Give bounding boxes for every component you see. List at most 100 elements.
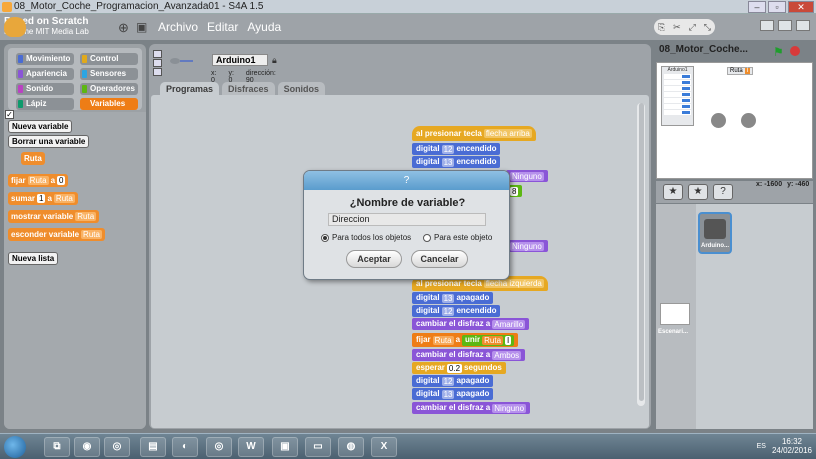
digital-output-block[interactable]: digital 13 apagado — [412, 292, 494, 304]
category-apariencia[interactable]: Apariencia — [16, 68, 74, 80]
taskbar-app-icon[interactable]: ⧉ — [44, 437, 70, 457]
main-menu: Archivo Editar Ayuda — [158, 20, 281, 34]
scripts-scrollbar-thumb[interactable] — [639, 103, 644, 401]
lock-icon[interactable]: 🔒︎ — [272, 55, 277, 66]
taskbar-terminal-icon[interactable]: ▭ — [305, 437, 331, 457]
taskbar-app-icon[interactable]: ◉ — [74, 437, 100, 457]
stage-sprite-right — [741, 113, 756, 128]
paint-new-sprite-button[interactable]: ★ — [663, 184, 683, 200]
maximize-button[interactable]: ▫ — [768, 1, 786, 13]
set-variable-block[interactable]: fijar Ruta a unir Ruta I — [412, 333, 519, 347]
scratch-logo: Based on Scratch from the MIT Media Lab — [4, 16, 89, 37]
hide-variable-block[interactable]: esconder variable Ruta — [8, 228, 105, 241]
mouse-x: -1600 — [764, 181, 783, 188]
language-globe-icon[interactable]: ⊕ — [118, 20, 129, 36]
mouse-y: -460 — [795, 181, 810, 188]
show-variable-block[interactable]: mostrar variable Ruta — [8, 210, 100, 223]
duplicate-tool-icon[interactable]: ⎘ — [658, 22, 665, 33]
sensor-board-monitor: Arduino1 — [661, 66, 694, 126]
sprite-thumbnail-label: Arduino... — [701, 243, 729, 249]
flip-icon[interactable] — [153, 59, 162, 67]
digital-output-block[interactable]: digital 12 apagado — [412, 375, 494, 387]
small-stage-button[interactable] — [760, 20, 774, 31]
category-sensores[interactable]: Sensores — [80, 68, 138, 80]
stop-icon[interactable] — [790, 46, 800, 56]
shrink-tool-icon[interactable]: ⤡ — [704, 22, 711, 33]
digital-output-block[interactable]: digital 12 encendido — [412, 143, 501, 155]
stage[interactable]: Arduino1 Ruta I — [656, 62, 813, 179]
show-variable-checkbox[interactable]: ✓ — [5, 110, 14, 119]
taskbar-excel-icon[interactable]: X — [371, 437, 397, 457]
start-button[interactable] — [4, 436, 26, 458]
random-sprite-button[interactable]: ? — [713, 184, 733, 200]
category-operadores[interactable]: Operadores — [80, 83, 138, 95]
clock[interactable]: 16:32 24/02/2016 — [772, 437, 812, 455]
block-palette: Movimiento Control Apariencia Sensores S… — [4, 44, 146, 429]
window-title: 08_Motor_Coche_Programacion_Avanzada01 -… — [14, 1, 264, 12]
wait-block[interactable]: esperar 0.2 segundos — [412, 362, 506, 374]
tab-disfraces[interactable]: Disfraces — [222, 82, 275, 95]
category-variables[interactable]: Variables — [80, 98, 138, 110]
category-lapiz[interactable]: Lápiz — [16, 98, 74, 110]
set-variable-block[interactable]: fijar Ruta a 0 — [8, 174, 69, 187]
minimize-button[interactable]: – — [748, 1, 766, 13]
cancel-button[interactable]: Cancelar — [411, 250, 468, 268]
sprite-thumbnail-arduino[interactable]: Arduino... — [698, 212, 732, 254]
join-block[interactable]: unir Ruta I — [462, 334, 515, 346]
windows-taskbar: ⧉ ◉ ◎ ▤ ◐ ◎ W ▣ ▭ ◍ X ES 16:32 24/02/201… — [0, 433, 816, 459]
stage-header: 08_Motor_Coche... ⚑ — [655, 44, 812, 61]
menu-ayuda[interactable]: Ayuda — [247, 20, 281, 34]
taskbar-app-icon[interactable]: ▣ — [272, 437, 298, 457]
stage-thumbnail[interactable] — [660, 303, 690, 325]
palette-blocks-area: Nueva variable Borrar una variable Ruta … — [4, 112, 146, 429]
taskbar-word-icon[interactable]: W — [238, 437, 264, 457]
sprite-name-field[interactable]: Arduino1 — [212, 54, 268, 66]
switch-costume-block[interactable]: cambiar el disfraz a Ninguno — [412, 402, 531, 414]
taskbar-s4a-icon[interactable]: ◍ — [338, 437, 364, 457]
variable-reporter-ruta[interactable]: Ruta — [21, 152, 45, 165]
accept-button[interactable]: Aceptar — [346, 250, 402, 268]
tab-programas[interactable]: Programas — [160, 82, 220, 95]
radio-this-sprite-button[interactable] — [423, 233, 431, 242]
new-variable-button[interactable]: Nueva variable — [8, 120, 73, 133]
switch-costume-block[interactable]: cambiar el disfraz a Amarillo — [412, 318, 530, 330]
delete-tool-icon[interactable]: ✂ — [673, 22, 681, 33]
taskbar-app-icon[interactable]: ▤ — [140, 437, 166, 457]
menu-archivo[interactable]: Archivo — [158, 20, 198, 34]
window-controls: – ▫ ✕ — [748, 1, 814, 13]
change-variable-block[interactable]: sumar 1 a Ruta — [8, 192, 78, 205]
menu-editar[interactable]: Editar — [207, 20, 238, 34]
variable-monitor: Ruta I — [727, 67, 754, 75]
category-movimiento[interactable]: Movimiento — [16, 53, 74, 65]
presentation-button[interactable] — [796, 20, 810, 31]
digital-output-block[interactable]: digital 13 encendido — [412, 156, 501, 168]
variable-name-input[interactable]: Direccion — [328, 213, 486, 226]
radio-all-sprites[interactable]: Para todos los objetos — [321, 233, 411, 242]
delete-variable-button[interactable]: Borrar una variable — [8, 135, 90, 148]
when-key-pressed-block[interactable]: al presionar tecla flecha arriba — [412, 126, 536, 141]
digital-output-block[interactable]: digital 12 encendido — [412, 305, 501, 317]
choose-sprite-button[interactable]: ★ — [688, 184, 708, 200]
taskbar-app-icon[interactable]: ◐ — [172, 437, 198, 457]
switch-costume-block[interactable]: cambiar el disfraz a Ambos — [412, 349, 526, 361]
costume-block-partial[interactable]: Ninguno — [506, 240, 548, 252]
digital-output-block[interactable]: digital 13 apagado — [412, 388, 494, 400]
clock-date: 24/02/2016 — [771, 446, 812, 455]
radio-all-sprites-button[interactable] — [321, 233, 329, 242]
tab-sonidos[interactable]: Sonidos — [277, 82, 326, 95]
new-list-button[interactable]: Nueva lista — [8, 252, 59, 265]
save-icon[interactable]: ▣ — [136, 20, 147, 34]
costume-block-partial[interactable]: Ninguno — [506, 170, 548, 182]
taskbar-firefox-icon[interactable]: ◎ — [104, 437, 130, 457]
rotate-icon[interactable] — [153, 50, 162, 58]
category-control[interactable]: Control — [80, 53, 138, 65]
close-window-button[interactable]: ✕ — [788, 1, 814, 13]
green-flag-icon[interactable]: ⚑ — [773, 45, 784, 59]
no-rotate-icon[interactable] — [153, 68, 162, 76]
category-sonido[interactable]: Sonido — [16, 83, 74, 95]
taskbar-chrome-icon[interactable]: ◎ — [206, 437, 232, 457]
normal-stage-button[interactable] — [778, 20, 792, 31]
language-indicator[interactable]: ES — [757, 443, 766, 450]
grow-tool-icon[interactable]: ⤢ — [689, 22, 696, 33]
radio-this-sprite[interactable]: Para este objeto — [423, 233, 492, 242]
